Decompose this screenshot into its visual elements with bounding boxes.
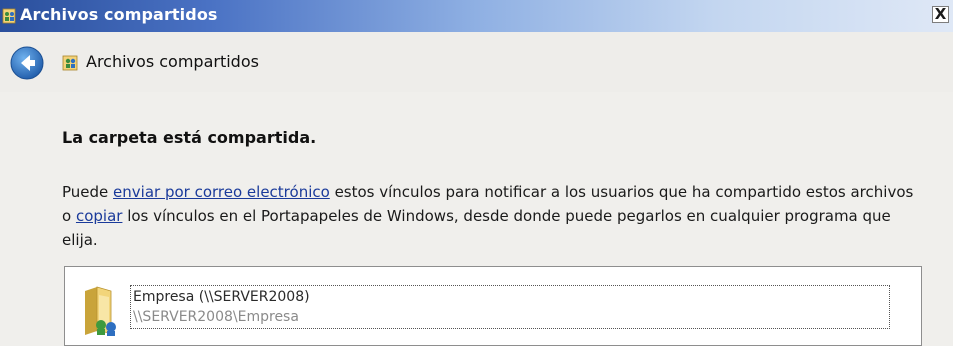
back-button[interactable] [10, 46, 44, 80]
email-link[interactable]: enviar por correo electrónico [113, 183, 330, 201]
nav-title: Archivos compartidos [86, 52, 259, 71]
instructions-text-1: Puede [62, 183, 114, 201]
share-path: \\SERVER2008\Empresa [133, 309, 299, 325]
shared-folder-icon [81, 281, 125, 337]
shared-items-list: Empresa (\\SERVER2008) \\SERVER2008\Empr… [64, 266, 922, 346]
shared-item[interactable]: Empresa (\\SERVER2008) \\SERVER2008\Empr… [130, 285, 890, 329]
title-bar: Archivos compartidos X [0, 0, 953, 32]
share-name: Empresa (\\SERVER2008) [133, 289, 310, 305]
navigation-bar: Archivos compartidos [0, 32, 953, 92]
share-people-icon [62, 54, 80, 72]
instructions-text-3: los vínculos en el Portapapeles de Windo… [62, 207, 891, 249]
back-arrow-icon [10, 46, 44, 80]
share-people-icon [2, 7, 18, 25]
instructions-paragraph: Puede enviar por correo electrónico esto… [62, 180, 922, 252]
copy-link[interactable]: copiar [76, 207, 122, 225]
close-button[interactable]: X [932, 6, 949, 23]
status-heading: La carpeta está compartida. [62, 128, 317, 147]
window-title: Archivos compartidos [20, 5, 218, 24]
main-content: La carpeta está compartida. Puede enviar… [0, 92, 953, 346]
